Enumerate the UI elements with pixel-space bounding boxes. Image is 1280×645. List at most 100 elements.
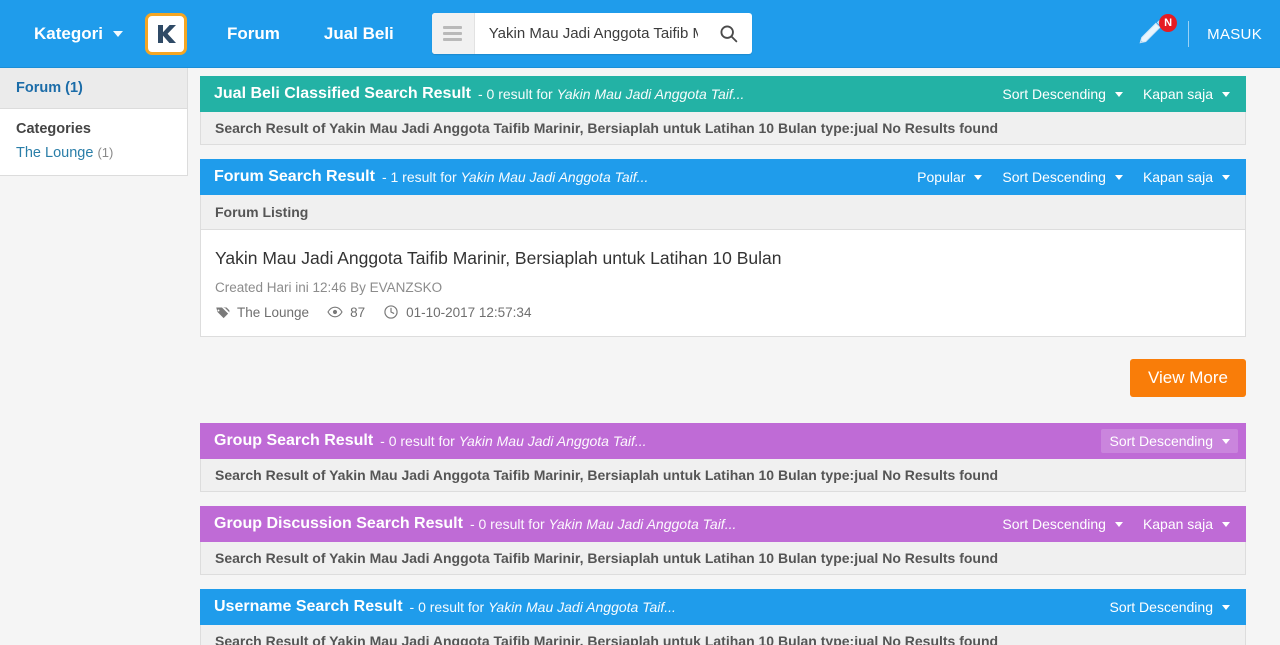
- section-title: Forum Search Result: [214, 168, 375, 185]
- thread-date-value: 01-10-2017 12:57:34: [406, 304, 532, 320]
- section-header-bar: Username Search Result - 0 result for Ya…: [200, 589, 1246, 625]
- dropdown-time-range[interactable]: Kapan saja: [1135, 512, 1238, 536]
- section-forum: Forum Search Result - 1 result for Yakin…: [200, 159, 1246, 409]
- kategori-menu[interactable]: Kategori: [16, 24, 129, 44]
- dropdown-sort-descending[interactable]: Sort Descending: [994, 82, 1131, 106]
- search-results-main: Jual Beli Classified Search Result - 0 r…: [188, 68, 1280, 645]
- menu-line: [443, 32, 463, 35]
- no-results-message: Search Result of Yakin Mau Jadi Anggota …: [200, 459, 1246, 492]
- dropdown-label: Kapan saja: [1142, 516, 1213, 532]
- nav-right-group: N MASUK: [1136, 0, 1262, 68]
- thread-title[interactable]: Yakin Mau Jadi Anggota Taifib Marinir, B…: [215, 248, 1231, 269]
- forum-listing-header: Forum Listing: [200, 195, 1246, 230]
- dropdown-sort-descending[interactable]: Sort Descending: [994, 512, 1131, 536]
- chevron-down-icon: [1222, 91, 1230, 97]
- view-more-button[interactable]: View More: [1130, 359, 1246, 397]
- dropdown-sort-descending[interactable]: Sort Descending: [1101, 429, 1238, 453]
- eye-icon: [327, 306, 343, 318]
- result-count-text: - 0 result for: [478, 86, 553, 102]
- section-header-bar: Group Discussion Search Result - 0 resul…: [200, 506, 1246, 542]
- dropdown-label: Popular: [917, 169, 966, 185]
- dropdown-label: Sort Descending: [1002, 516, 1106, 532]
- section-result-count: - 1 result for Yakin Mau Jadi Anggota Ta…: [382, 169, 648, 185]
- dropdown-sort-descending[interactable]: Sort Descending: [1101, 595, 1238, 619]
- dropdown-label: Sort Descending: [1109, 599, 1213, 615]
- section-header-bar: Group Search Result - 0 result for Yakin…: [200, 423, 1246, 459]
- chevron-down-icon: [1222, 174, 1230, 180]
- menu-line: [443, 38, 463, 41]
- thread-tag-label: The Lounge: [237, 304, 310, 320]
- chevron-down-icon: [1222, 604, 1230, 610]
- section-title: Username Search Result: [214, 598, 403, 615]
- chevron-down-icon: [1114, 91, 1123, 97]
- no-results-message: Search Result of Yakin Mau Jadi Anggota …: [200, 542, 1246, 575]
- section-result-count: - 0 result for Yakin Mau Jadi Anggota Ta…: [478, 86, 744, 102]
- dropdown-time-range[interactable]: Kapan saja: [1135, 165, 1238, 189]
- section-title: Jual Beli Classified Search Result: [214, 85, 471, 102]
- chevron-down-icon: [1114, 174, 1123, 180]
- page-body: Forum (1) Categories The Lounge (1) Jual…: [0, 68, 1280, 645]
- login-link[interactable]: MASUK: [1207, 26, 1262, 43]
- clock-icon: [384, 305, 398, 319]
- kaskus-k-icon: [157, 24, 176, 43]
- notification-badge: N: [1159, 14, 1178, 32]
- result-count-text: - 0 result for: [469, 516, 545, 532]
- dropdown-label: Sort Descending: [1002, 86, 1106, 102]
- search-input[interactable]: [474, 14, 706, 53]
- section-result-count: - 0 result for Yakin Mau Jadi Anggota Ta…: [410, 599, 676, 615]
- chevron-down-icon: [974, 174, 983, 180]
- sidebar-category-count: (1): [97, 145, 114, 160]
- create-post-button[interactable]: N: [1136, 14, 1178, 51]
- dropdown-time-range[interactable]: Kapan saja: [1135, 82, 1238, 106]
- thread-views: 87: [327, 304, 365, 320]
- menu-line: [443, 26, 463, 29]
- view-more-row: View More: [200, 337, 1246, 409]
- dropdown-label: Kapan saja: [1142, 86, 1213, 102]
- section-group-discussion: Group Discussion Search Result - 0 resul…: [200, 506, 1246, 575]
- chevron-down-icon: [1222, 521, 1230, 527]
- result-query-text: Yakin Mau Jadi Anggota Taif...: [488, 599, 676, 615]
- filter-sidebar: Forum (1) Categories The Lounge (1): [0, 68, 188, 176]
- nav-left-group: Kategori Forum Jual Beli: [16, 12, 752, 55]
- tag-icon: [216, 307, 230, 318]
- sidebar-item-the-lounge[interactable]: The Lounge (1): [0, 141, 187, 175]
- search-icon: [720, 25, 738, 43]
- section-header-bar: Forum Search Result - 1 result for Yakin…: [200, 159, 1246, 195]
- no-results-message: Search Result of Yakin Mau Jadi Anggota …: [200, 112, 1246, 145]
- result-query-text: Yakin Mau Jadi Anggota Taif...: [460, 169, 649, 185]
- section-result-count: - 0 result for Yakin Mau Jadi Anggota Ta…: [470, 516, 736, 532]
- sidebar-item-forum[interactable]: Forum (1): [0, 68, 187, 109]
- dropdown-popular[interactable]: Popular: [909, 165, 990, 189]
- dropdown-label: Kapan saja: [1142, 169, 1213, 185]
- result-count-text: - 1 result for: [381, 169, 457, 185]
- result-query-text: Yakin Mau Jadi Anggota Taif...: [458, 433, 647, 449]
- thread-tag[interactable]: The Lounge: [215, 305, 309, 320]
- dropdown-sort-descending[interactable]: Sort Descending: [994, 165, 1131, 189]
- result-count-text: - 0 result for: [409, 599, 485, 615]
- search-submit-button[interactable]: [706, 13, 752, 54]
- section-jual-beli-classified: Jual Beli Classified Search Result - 0 r…: [200, 76, 1246, 145]
- result-count-text: - 0 result for: [380, 433, 455, 449]
- nav-link-forum[interactable]: Forum: [205, 24, 302, 44]
- thread-views-count: 87: [350, 304, 366, 320]
- dropdown-label: Sort Descending: [1002, 169, 1106, 185]
- site-logo[interactable]: [144, 12, 187, 55]
- result-query-text: Yakin Mau Jadi Anggota Taif...: [556, 86, 745, 102]
- thread-date: 01-10-2017 12:57:34: [383, 304, 531, 320]
- kategori-label: Kategori: [34, 23, 103, 43]
- chevron-down-icon: [1114, 521, 1123, 527]
- section-title: Group Search Result: [214, 432, 374, 449]
- thread-meta: Created Hari ini 12:46 By EVANZSKO: [215, 280, 443, 295]
- section-group: Group Search Result - 0 result for Yakin…: [200, 423, 1246, 492]
- chevron-down-icon: [1222, 438, 1230, 444]
- top-navigation-bar: Kategori Forum Jual Beli Yakin Mau Jadi …: [0, 0, 1280, 68]
- search-filter-menu-icon[interactable]: [431, 13, 475, 54]
- dropdown-label: Sort Descending: [1109, 433, 1213, 449]
- nav-link-jual-beli[interactable]: Jual Beli: [302, 24, 416, 44]
- thread-stats: The Lounge 87 01-10-2017 12:57:34: [215, 304, 1231, 320]
- sidebar-category-label: The Lounge: [16, 145, 94, 161]
- section-username: Username Search Result - 0 result for Ya…: [200, 589, 1246, 645]
- section-result-count: - 0 result for Yakin Mau Jadi Anggota Ta…: [380, 433, 646, 449]
- section-header-bar: Jual Beli Classified Search Result - 0 r…: [200, 76, 1246, 112]
- section-title: Group Discussion Search Result: [214, 515, 463, 532]
